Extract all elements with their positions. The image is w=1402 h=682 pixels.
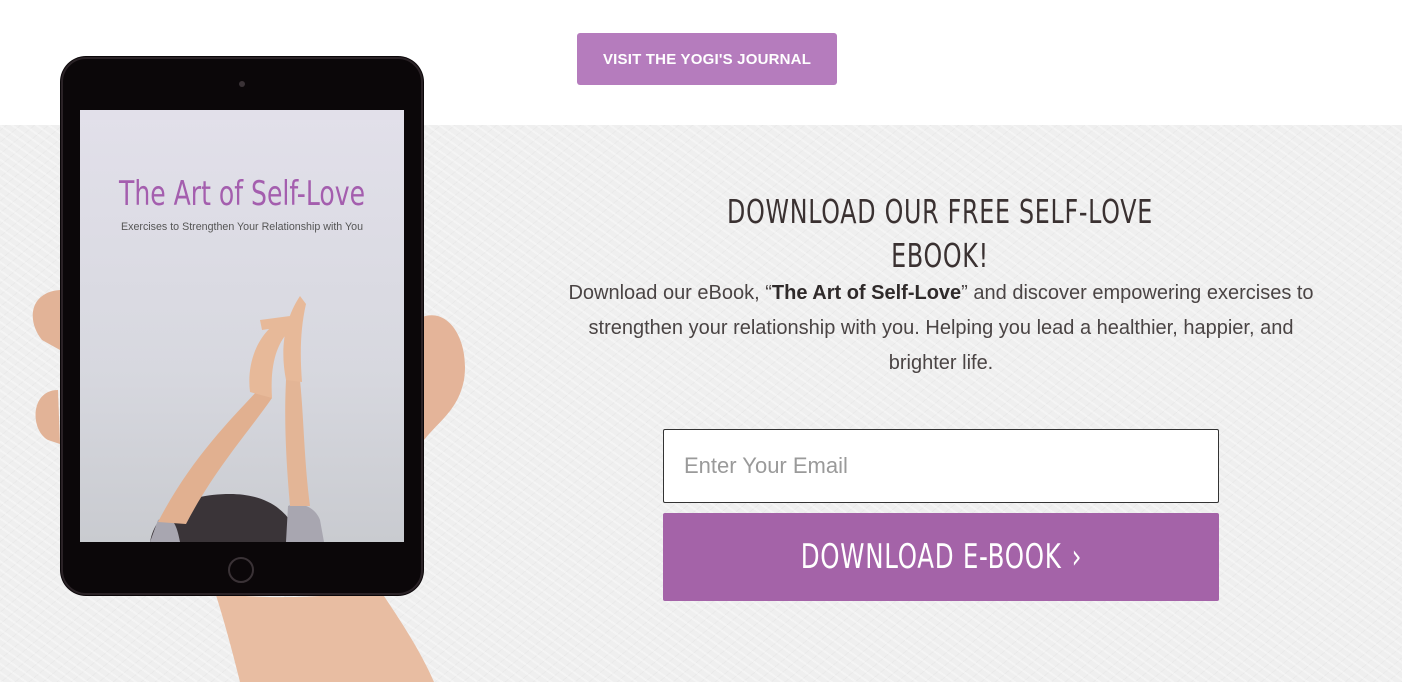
email-input[interactable]	[663, 429, 1219, 503]
hand-thumb	[420, 315, 465, 440]
hand-palm	[215, 590, 434, 682]
ebook-cover-subtitle: Exercises to Strengthen Your Relationshi…	[121, 221, 363, 233]
hand-fingers-left	[32, 290, 60, 444]
tablet-in-hand-image: The Art of Self-Love Exercises to Streng…	[32, 56, 465, 682]
signup-description: Download our eBook, “The Art of Self-Lov…	[568, 282, 1314, 374]
download-ebook-button[interactable]: DOWNLOAD E-BOOK ›	[663, 513, 1219, 601]
download-button-label: DOWNLOAD E-BOOK	[800, 537, 1062, 577]
desc-ebook-title: The Art of Self-Love	[771, 282, 962, 304]
chevron-right-icon: ›	[1071, 537, 1082, 577]
visit-journal-button[interactable]: VISIT THE YOGI'S JOURNAL	[577, 33, 837, 85]
ebook-cover-title: The Art of Self-Love	[118, 174, 365, 214]
signup-headline: DOWNLOAD OUR FREE SELF-LOVE EBOOK!	[727, 192, 1153, 275]
tablet-camera	[239, 81, 245, 87]
